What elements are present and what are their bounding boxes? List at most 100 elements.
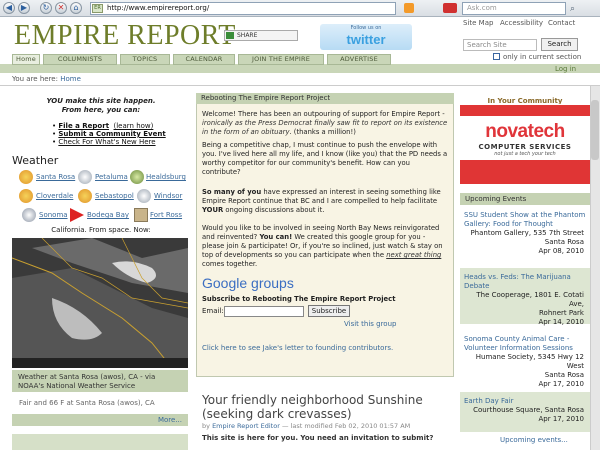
share-button[interactable]: SHARE: [224, 30, 298, 41]
tab-topics[interactable]: TOPICS: [120, 54, 170, 65]
weather-santa-rosa-link[interactable]: Santa Rosa: [36, 173, 75, 181]
magnifier-icon[interactable]: ⌕: [570, 4, 575, 14]
home-icon[interactable]: ⌂: [70, 2, 82, 14]
scrollbar-thumb[interactable]: [591, 100, 599, 160]
weather-cloverdale-link[interactable]: Cloverdale: [36, 192, 73, 200]
event-place: Courthouse Square, Santa Rosa: [473, 406, 584, 414]
jakes-letter-link[interactable]: Click here to see Jake's letter to found…: [202, 344, 393, 352]
file-report-link[interactable]: File a Report: [58, 122, 109, 130]
novatech-logo: novatech: [485, 121, 565, 142]
satellite-map: [12, 238, 188, 368]
back-arrow-icon[interactable]: ◀: [3, 2, 15, 14]
flag-icon: [70, 208, 84, 222]
event-title-link[interactable]: Sonoma County Animal Care - Volunteer In…: [464, 335, 586, 353]
weather-sebastopol-link[interactable]: Sebastopol: [95, 192, 134, 200]
event-item: SSU Student Show at the Phantom Gallery:…: [460, 211, 590, 256]
site-map-link[interactable]: Site Map: [463, 19, 493, 27]
login-link[interactable]: Log in: [555, 65, 576, 73]
accessibility-link[interactable]: Accessibility: [500, 19, 543, 27]
sunny-icon: [19, 170, 33, 184]
so-many-bold: So many of you: [202, 188, 262, 196]
welcome-end: . (thanks a million!): [289, 128, 356, 136]
site-favicon-icon: ER: [92, 4, 103, 13]
breadcrumb: You are here: Home: [12, 75, 81, 83]
post-title[interactable]: Your friendly neighborhood Sunshine (see…: [202, 393, 452, 421]
share-icon: [226, 32, 234, 39]
your-bold: YOUR: [202, 206, 224, 214]
satellite-image[interactable]: [12, 238, 188, 368]
google-groups-logo: Google groups: [202, 275, 294, 291]
author-link[interactable]: Empire Report Editor: [212, 422, 280, 430]
only-current-checkbox[interactable]: [493, 53, 500, 60]
email-field[interactable]: [224, 306, 304, 317]
you-can-bold: You can!: [259, 233, 293, 241]
learn-how-link[interactable]: (learn how): [114, 122, 154, 130]
california-space-label: California. From space. Now:: [51, 226, 151, 234]
event-title-link[interactable]: Heads vs. Feds: The Marijuana Debate: [464, 273, 586, 291]
event-item: Heads vs. Feds: The Marijuana Debate The…: [460, 273, 590, 327]
visit-group-link[interactable]: Visit this group: [344, 320, 396, 328]
weather-bodega-bay-link[interactable]: Bodega Bay: [87, 211, 129, 219]
browser-search-input[interactable]: Ask.com: [462, 2, 566, 15]
tab-home[interactable]: Home: [12, 54, 40, 65]
weather-healdsburg-link[interactable]: Healdsburg: [146, 173, 186, 181]
weather-fort-ross-link[interactable]: Fort Ross: [150, 211, 182, 219]
byline-date: — last modified Feb 02, 2010 01:57 AM: [281, 422, 411, 430]
event-title-link[interactable]: SSU Student Show at the Phantom Gallery:…: [464, 211, 586, 229]
event-title-link[interactable]: Earth Day Fair: [464, 397, 586, 406]
event-place: Phantom Gallery, 535 7th Street: [470, 229, 584, 237]
breadcrumb-home-link[interactable]: Home: [60, 75, 81, 83]
post-lead: This site is here for you. You need an i…: [202, 434, 434, 442]
site-search-input[interactable]: Search Site: [463, 39, 537, 51]
left-bottom-box: [12, 434, 188, 450]
tab-join[interactable]: JOIN THE EMPIRE: [238, 54, 324, 65]
weather-sonoma-link[interactable]: Sonoma: [39, 211, 68, 219]
forward-arrow-icon[interactable]: ▶: [18, 2, 30, 14]
tab-calendar[interactable]: CALENDAR: [173, 54, 235, 65]
submit-event-link[interactable]: Submit a Community Event: [58, 130, 165, 138]
event-city: Rohnert Park: [539, 309, 584, 317]
stop-icon[interactable]: ✕: [55, 2, 67, 14]
twitter-follow-button[interactable]: Follow us on twitter: [320, 24, 412, 50]
novatech-ad-bottom-bar: [460, 160, 590, 184]
tab-advertise[interactable]: ADVERTISE: [327, 54, 391, 65]
involved-paragraph: Would you like to be involved in seeing …: [202, 224, 448, 269]
post-byline: by Empire Report Editor — last modified …: [202, 422, 410, 430]
weather-heading: Weather: [12, 154, 59, 167]
next-great-thing-link[interactable]: next great thing: [386, 251, 441, 259]
rss-icon[interactable]: [404, 3, 414, 13]
weather-windsor-link[interactable]: Windsor: [154, 192, 182, 200]
search-button[interactable]: Search: [541, 38, 578, 51]
weather-petaluma-link[interactable]: Petaluma: [95, 173, 128, 181]
cloudy-icon: [22, 208, 36, 222]
welcome-paragraph: Welcome! There has been an outpouring of…: [202, 110, 448, 137]
subscribe-button[interactable]: Subscribe: [308, 305, 350, 317]
check-new-link[interactable]: Check For What's New Here: [58, 138, 155, 146]
only-current-label: only in current section: [503, 53, 582, 61]
tab-columnists[interactable]: COLUMNISTS: [43, 54, 117, 65]
cloudy-icon: [78, 170, 92, 184]
site-logo[interactable]: EMPIRE REPORT: [14, 21, 236, 51]
novatech-ad-top-bar: [460, 105, 590, 116]
refresh-icon[interactable]: ↻: [40, 2, 52, 14]
more-weather-link[interactable]: More...: [12, 414, 188, 426]
fort-icon: [134, 208, 148, 222]
check-new-item: • Check For What's New Here: [52, 138, 156, 146]
partly-cloudy-icon: [130, 170, 144, 184]
upcoming-events-link[interactable]: Upcoming events...: [500, 436, 568, 444]
event-item: Earth Day Fair Courthouse Square, Santa …: [460, 397, 590, 424]
ask-icon[interactable]: [443, 3, 457, 13]
so-many-paragraph: So many of you have expressed an interes…: [202, 188, 448, 215]
involved-end: comes together.: [202, 260, 258, 268]
contact-link[interactable]: Contact: [548, 19, 575, 27]
so-many-end: ongoing discussions about it.: [223, 206, 325, 214]
novatech-tagline: not just a tech your tech: [494, 151, 556, 157]
event-item: Sonoma County Animal Care - Volunteer In…: [460, 335, 590, 389]
subscribe-heading: Subscribe to Rebooting The Empire Report…: [202, 295, 396, 303]
url-bar[interactable]: http://www.empirereport.org/: [90, 2, 396, 15]
email-label: Email:: [202, 307, 224, 315]
event-date: Apr 17, 2010: [538, 415, 584, 423]
competitive-paragraph: Being a competitive chap, I must continu…: [202, 141, 448, 176]
novatech-services: COMPUTER SERVICES: [478, 143, 572, 151]
upcoming-events-heading: Upcoming Events: [460, 193, 590, 205]
